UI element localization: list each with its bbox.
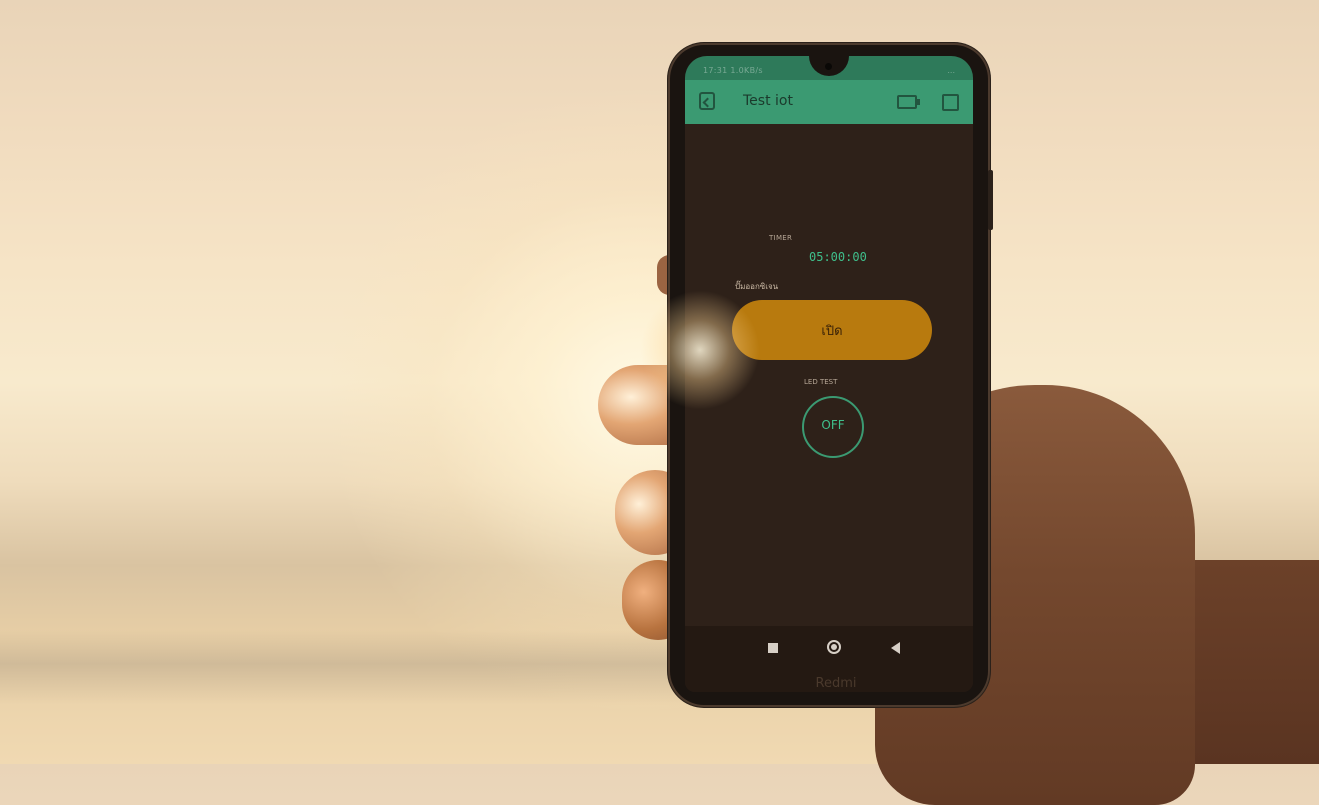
- stop-icon[interactable]: [942, 94, 959, 111]
- nav-home-icon[interactable]: [827, 640, 841, 654]
- nav-recent-icon[interactable]: [768, 643, 778, 653]
- front-camera: [825, 63, 832, 70]
- led-toggle-button[interactable]: OFF: [802, 396, 864, 458]
- pump-button-label: เปิด: [821, 324, 843, 339]
- led-label: LED TEST: [804, 378, 838, 386]
- status-time: 17:31 1.0KB/s: [703, 66, 763, 75]
- nav-back-icon[interactable]: [891, 642, 900, 654]
- status-indicators: ...: [947, 66, 955, 75]
- lens-flare: [640, 290, 760, 410]
- timer-value: 05:00:00: [809, 250, 867, 264]
- status-bar: 17:31 1.0KB/s ...: [685, 56, 973, 80]
- pump-on-button[interactable]: เปิด: [732, 300, 932, 360]
- phone-side-button[interactable]: [988, 170, 993, 230]
- device-brand: Redmi: [815, 676, 857, 691]
- pump-label: ปั๊มออกซิเจน: [735, 282, 779, 291]
- device-icon[interactable]: [897, 95, 920, 109]
- timer-label: TIMER: [769, 234, 793, 242]
- app-bar: Test iot: [685, 80, 973, 124]
- led-button-label: OFF: [821, 418, 845, 432]
- back-icon[interactable]: [699, 92, 715, 110]
- app-title: Test iot: [743, 93, 793, 109]
